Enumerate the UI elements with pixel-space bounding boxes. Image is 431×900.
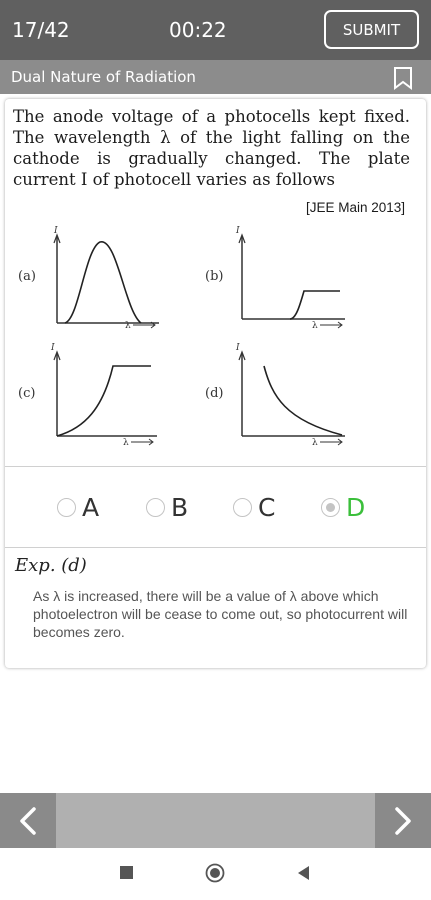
recent-apps-icon[interactable] xyxy=(120,866,133,879)
option-b-label: B xyxy=(171,493,189,522)
question-source: [JEE Main 2013] xyxy=(305,200,405,215)
chevron-left-icon xyxy=(20,806,36,835)
divider xyxy=(5,547,426,548)
prev-button[interactable] xyxy=(0,793,56,848)
explanation-title: Exp. (d) xyxy=(15,555,87,576)
divider xyxy=(5,466,426,467)
home-icon[interactable] xyxy=(205,863,225,883)
graph-c-y-label: I xyxy=(50,343,55,353)
next-button[interactable] xyxy=(375,793,431,848)
bookmark-icon[interactable] xyxy=(393,66,413,90)
graph-a-x-label: λ xyxy=(125,321,131,329)
graph-a-label: (a) xyxy=(18,269,36,284)
graph-d-y-label: I xyxy=(235,343,240,353)
graph-c-label: (c) xyxy=(18,386,36,401)
graph-b-y-label: I xyxy=(235,226,240,236)
question-counter: 17/42 xyxy=(12,18,70,42)
radio-c[interactable] xyxy=(233,498,252,517)
back-icon[interactable] xyxy=(296,865,310,881)
option-b[interactable]: B xyxy=(146,495,188,520)
graph-a: I λ xyxy=(53,226,159,329)
graph-d-label: (d) xyxy=(205,386,224,401)
option-d-label: D xyxy=(346,493,366,522)
top-bar: 17/42 00:22 SUBMIT xyxy=(0,0,431,60)
question-text: The anode voltage of a photocells kept f… xyxy=(13,107,410,189)
graph-c: I λ xyxy=(50,343,157,446)
option-a[interactable]: A xyxy=(57,495,99,520)
graph-d-x-label: λ xyxy=(312,438,318,446)
graph-c-x-label: λ xyxy=(123,438,129,446)
question-nav-bar xyxy=(0,793,431,848)
radio-d[interactable] xyxy=(321,498,340,517)
explanation-text: As λ is increased, there will be a value… xyxy=(33,588,408,640)
topic-title: Dual Nature of Radiation xyxy=(11,68,196,86)
radio-a[interactable] xyxy=(57,498,76,517)
graph-b-x-label: λ xyxy=(312,321,318,329)
option-c-label: C xyxy=(258,493,276,522)
question-card: The anode voltage of a photocells kept f… xyxy=(5,99,426,668)
chevron-right-icon xyxy=(395,806,411,835)
radio-b[interactable] xyxy=(146,498,165,517)
topic-bar: Dual Nature of Radiation xyxy=(0,60,431,94)
option-a-label: A xyxy=(82,493,100,522)
timer: 00:22 xyxy=(169,18,227,42)
option-d[interactable]: D xyxy=(321,495,365,520)
system-nav-bar xyxy=(0,848,431,900)
graph-b: I λ xyxy=(235,226,345,329)
option-c[interactable]: C xyxy=(233,495,275,520)
graph-d: I λ xyxy=(235,343,345,446)
submit-button[interactable]: SUBMIT xyxy=(324,10,419,49)
graph-b-label: (b) xyxy=(205,269,224,284)
